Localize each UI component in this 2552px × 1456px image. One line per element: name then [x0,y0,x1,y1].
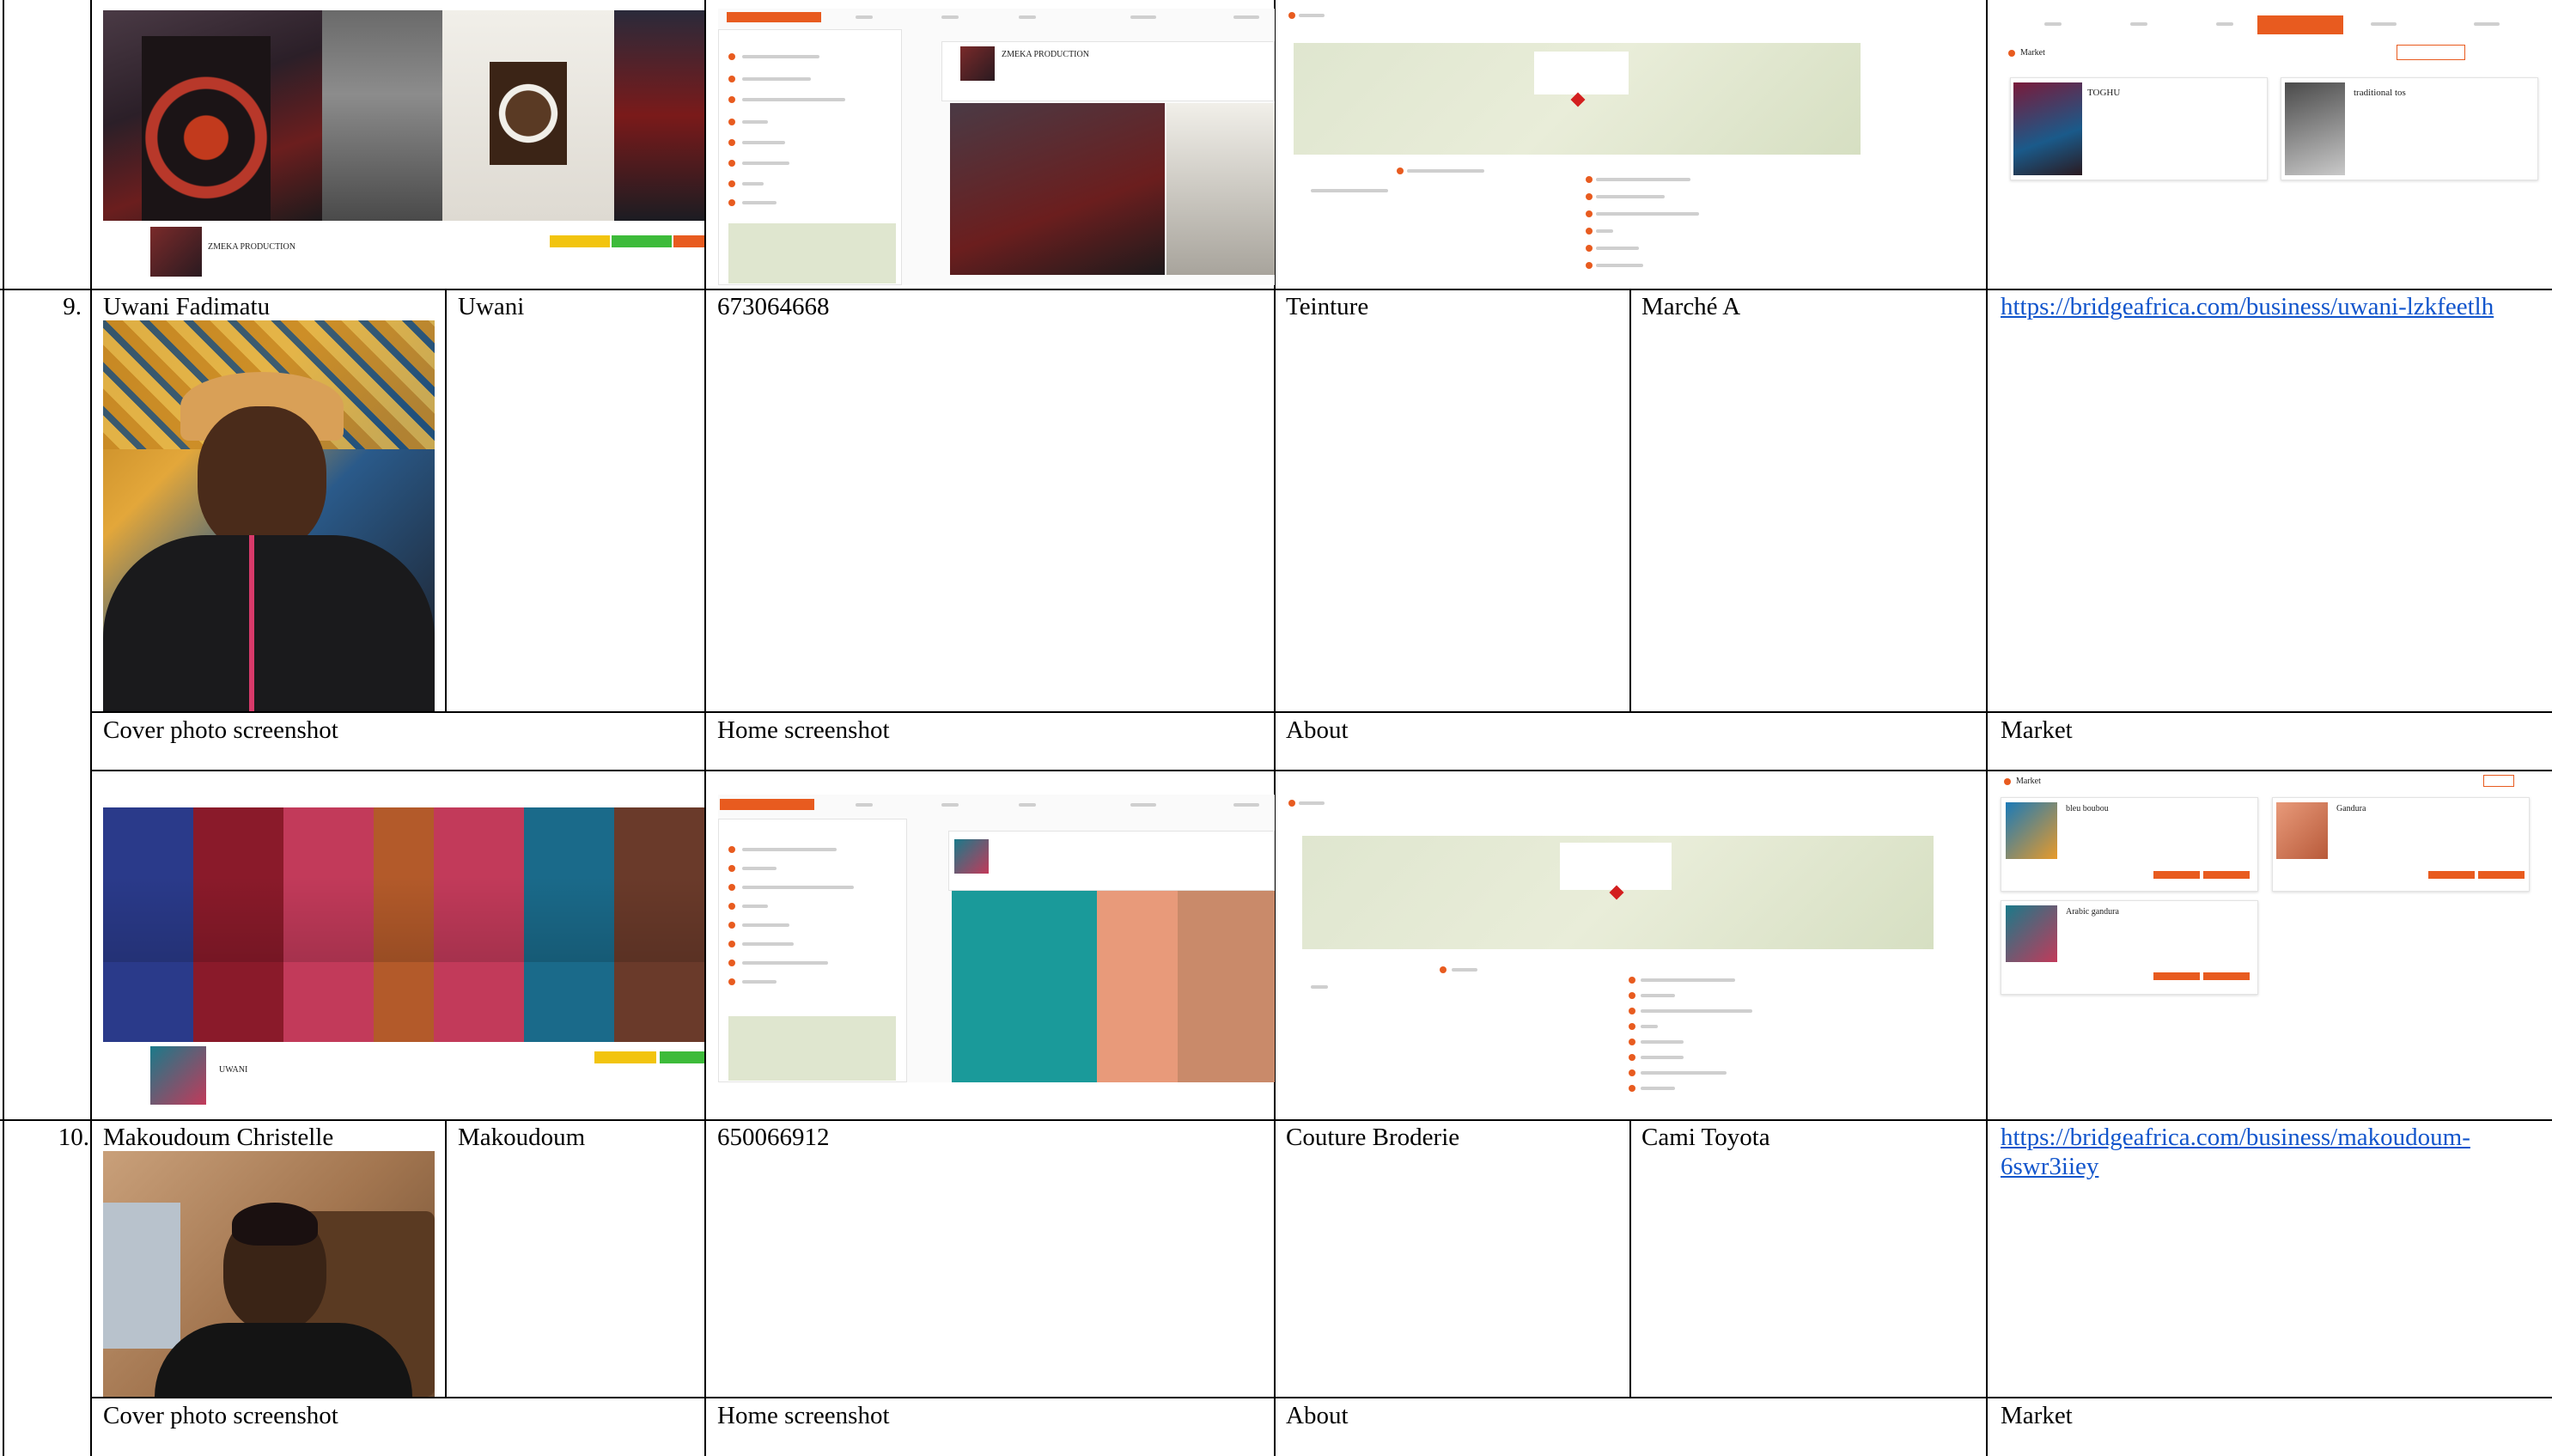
table-rule [90,0,92,1456]
table-rule [0,1119,2552,1121]
table-rule [704,0,706,1456]
table-rule [0,289,2552,290]
short-name: Makoudoum [458,1124,586,1151]
full-name: Makoudoum Christelle [103,1124,334,1151]
activity: Couture Broderie [1286,1124,1460,1151]
market-screenshot: Market TOGHU traditional tos [2001,9,2552,285]
home-label: Home screenshot [717,1402,890,1429]
market-item: Arabic gandura [2066,907,2119,917]
table-rule [92,1397,2552,1398]
owner-photo [103,1151,435,1397]
business-link[interactable]: https://bridgeafrica.com/business/uwani-… [2001,292,2494,321]
thumb-button [612,235,672,247]
table-rule [445,289,447,711]
business-link[interactable]: https://bridgeafrica.com/business/makoud… [2001,1123,2470,1152]
thumb-button [594,1051,656,1063]
home-screenshot: ZMEKA PRODUCTION [718,9,1275,285]
table-rule [1629,1119,1631,1397]
market-label: Market [2001,1402,2073,1429]
market-title: Market [2016,777,2041,786]
market-item: bleu boubou [2066,804,2109,813]
home-label: Home screenshot [717,716,890,744]
market-title: Market [2020,48,2045,58]
location: Marché A [1641,293,1741,320]
thumb-business-name: ZMEKA PRODUCTION [208,242,295,252]
row-number: 10. [58,1124,89,1151]
activity: Teinture [1286,293,1369,320]
about-screenshot [1285,9,1869,285]
table-rule [3,0,4,1456]
home-screenshot [718,795,1275,1082]
market-screenshot: Market bleu boubou Gandura Arabic gandur… [1997,771,2552,1003]
cover-photo-screenshot: ZMEKA PRODUCTION [103,10,704,279]
market-label: Market [2001,716,2073,744]
thumb-button [673,235,704,247]
cover-label: Cover photo screenshot [103,1402,338,1429]
about-label: About [1286,716,1349,744]
short-name: Uwani [458,293,525,320]
location: Cami Toyota [1641,1124,1770,1151]
table-rule [1629,289,1631,711]
table-rule [445,1119,447,1397]
market-item: traditional tos [2354,88,2406,98]
owner-photo [103,320,435,711]
market-item: TOGHU [2087,88,2121,98]
table-rule [1986,0,1988,1456]
cover-label: Cover photo screenshot [103,716,338,744]
about-screenshot [1285,795,1938,1112]
table-rule [92,711,2552,713]
cover-photo-screenshot: UWANI [103,807,704,1108]
about-label: About [1286,1402,1349,1429]
business-link-continued[interactable]: 6swr3iiey [2001,1152,2098,1181]
full-name: Uwani Fadimatu [103,293,271,320]
row-number: 9. [63,293,82,320]
thumb-button [660,1051,704,1063]
thumb-button [550,235,610,247]
thumb-business-name: UWANI [219,1065,248,1075]
thumb-business-name: ZMEKA PRODUCTION [1002,50,1089,59]
market-item: Gandura [2336,804,2366,813]
phone-number: 673064668 [717,293,830,320]
phone-number: 650066912 [717,1124,830,1151]
